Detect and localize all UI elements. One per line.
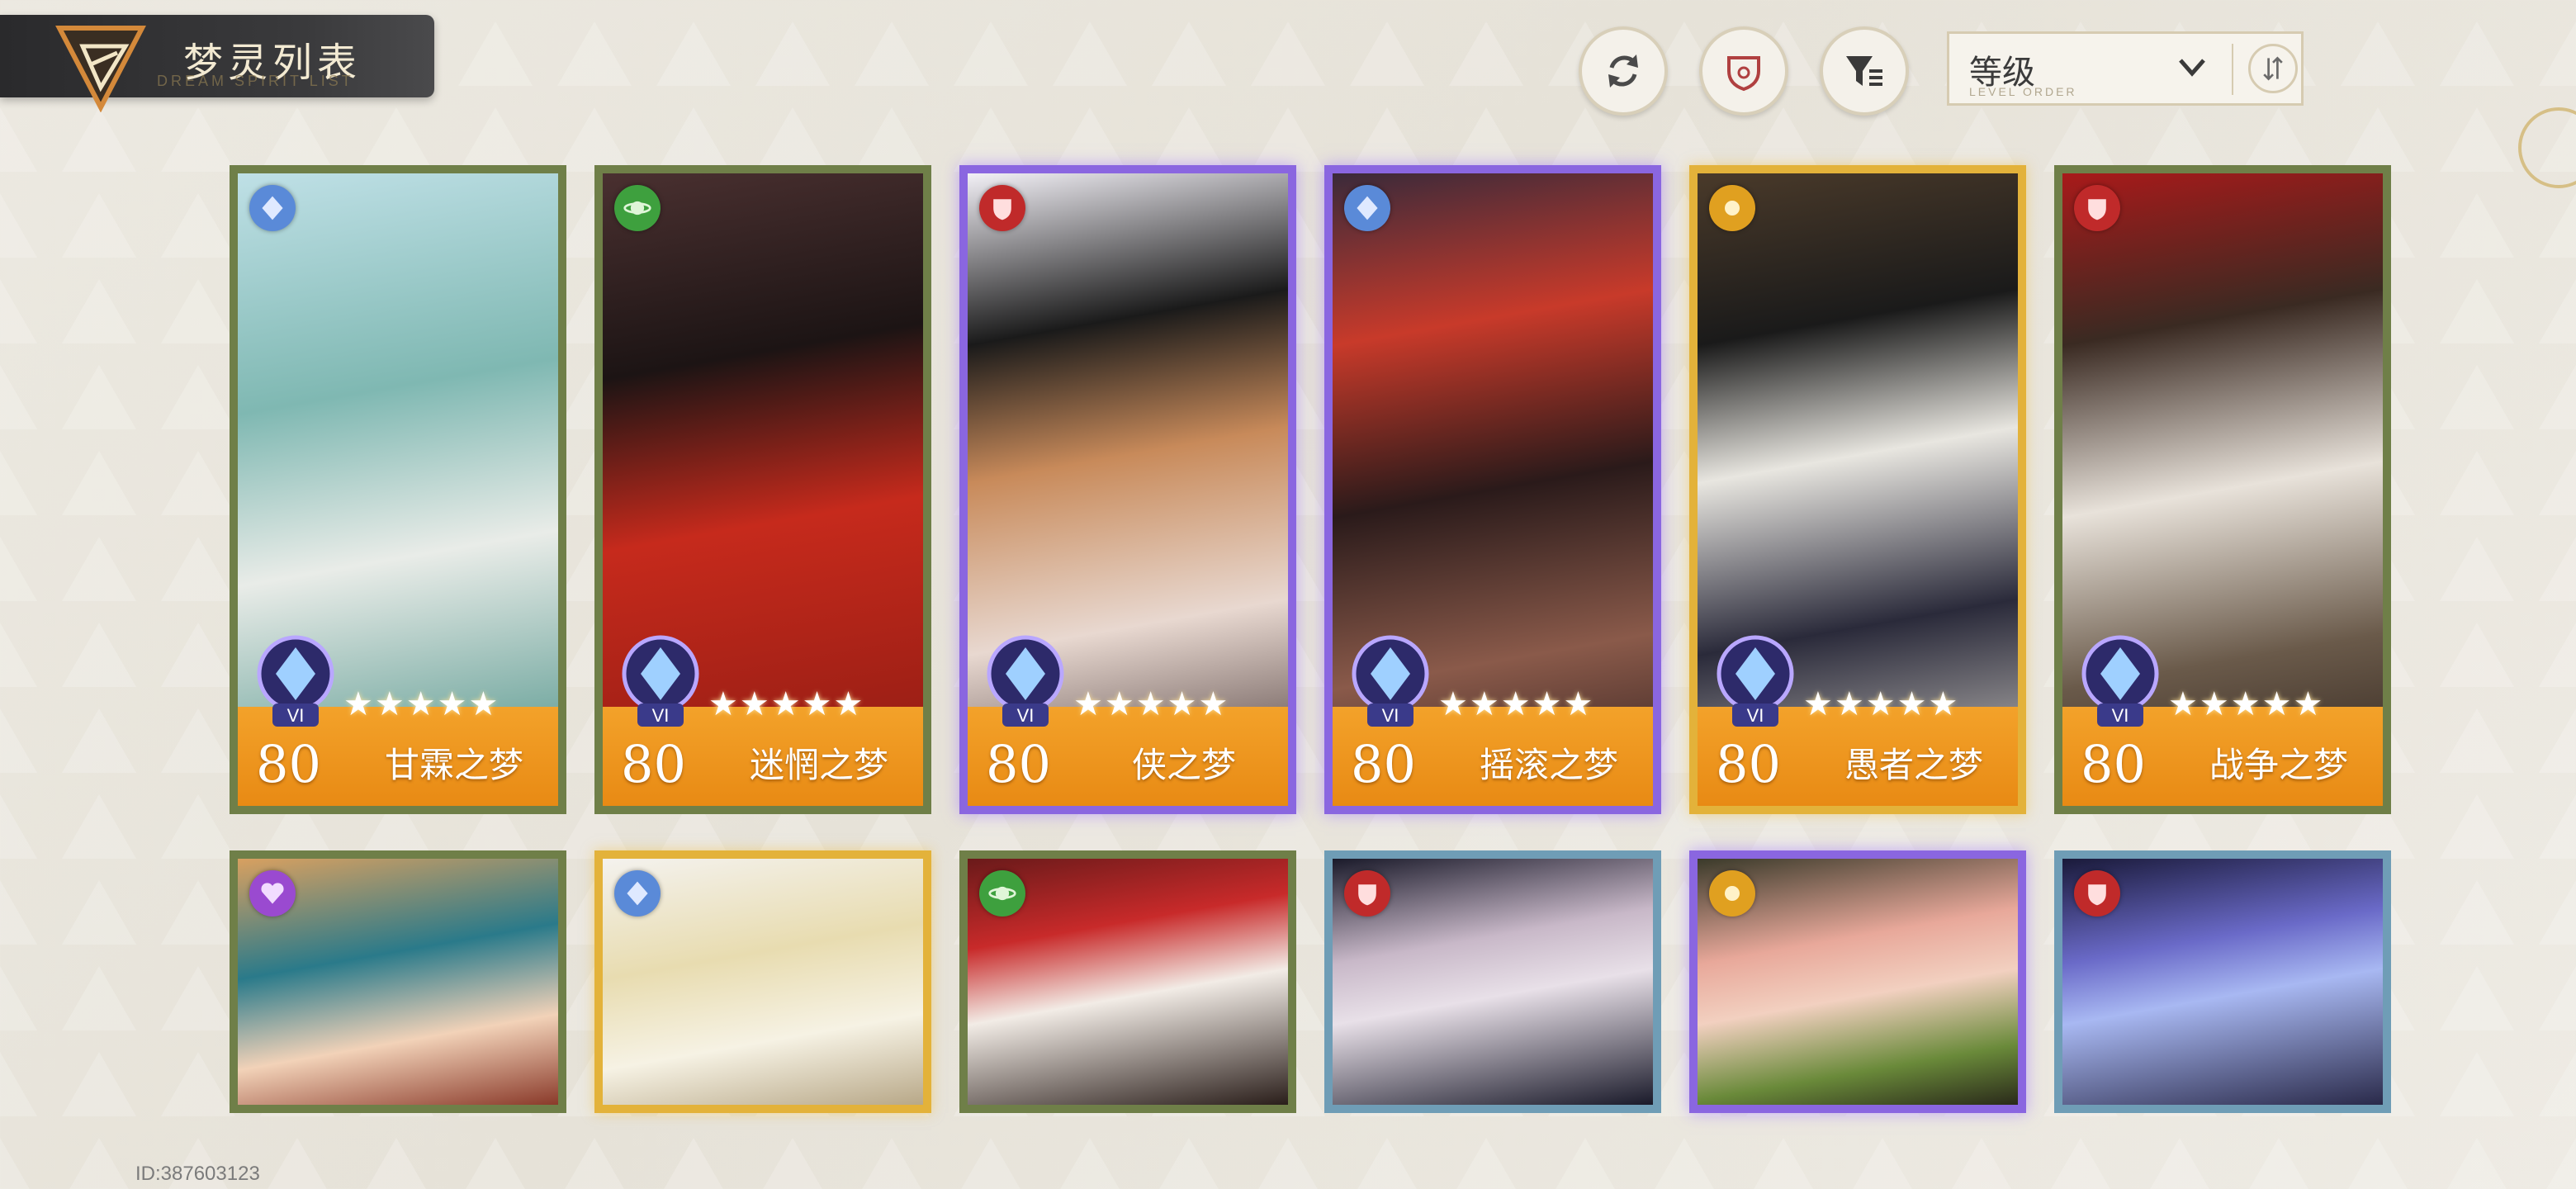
element-shield-icon (2074, 870, 2120, 917)
star-rating: ★★★★★ (1438, 686, 1595, 722)
element-shield-icon (1344, 870, 1390, 917)
title-bar: 梦灵列表 DREAM SPIRIT LIST (0, 15, 434, 112)
sort-sub-label: LEVEL ORDER (1969, 85, 2077, 98)
rank-text: VI (1747, 705, 1764, 726)
character-card[interactable] (230, 850, 566, 1113)
character-card[interactable]: VI ★★★★★ 80 迷惘之梦 (594, 165, 931, 814)
card-footer: VI ★★★★★ 80 迷惘之梦 (603, 632, 923, 806)
element-planet-icon (614, 185, 661, 231)
character-card[interactable] (594, 850, 931, 1113)
character-card[interactable]: VI ★★★★★ 80 侠之梦 (959, 165, 1296, 814)
character-level: 80 (1716, 734, 1781, 794)
game-logo-icon (55, 26, 146, 112)
character-name: 侠之梦 (1131, 745, 1236, 785)
character-name: 摇滚之梦 (1479, 745, 1618, 785)
filter-icon (1846, 56, 1882, 86)
sort-divider (2232, 44, 2233, 95)
filter-button[interactable] (1820, 26, 1909, 116)
element-shield-icon (2074, 185, 2120, 231)
character-level: 80 (986, 734, 1051, 794)
rank-badge-icon: VI (257, 635, 334, 727)
character-card[interactable]: VI ★★★★★ 80 愚者之梦 (1689, 165, 2026, 814)
rank-text: VI (1017, 705, 1035, 726)
element-orb-icon (1709, 185, 1755, 231)
star-rating: ★★★★★ (708, 686, 865, 722)
sort-order-button[interactable] (2248, 44, 2298, 93)
element-diamond-icon (614, 870, 661, 917)
character-card[interactable] (1689, 850, 2026, 1113)
character-card[interactable] (2054, 850, 2391, 1113)
star-rating: ★★★★★ (2168, 686, 2325, 722)
character-level: 80 (1351, 734, 1416, 794)
character-card[interactable] (1324, 850, 1661, 1113)
shield-icon (1727, 56, 1760, 92)
character-level: 80 (2081, 734, 2146, 794)
character-card[interactable]: VI ★★★★★ 80 甘霖之梦 (230, 165, 566, 814)
rank-text: VI (287, 705, 305, 726)
player-id: ID:387603123 (135, 1163, 260, 1185)
rank-badge-icon: VI (2081, 635, 2159, 727)
character-name: 愚者之梦 (1844, 745, 1983, 785)
element-heart-icon (249, 870, 296, 917)
card-footer: VI ★★★★★ 80 战争之梦 (2062, 632, 2383, 806)
card-footer: VI ★★★★★ 80 侠之梦 (968, 632, 1288, 806)
character-card[interactable] (959, 850, 1296, 1113)
star-rating: ★★★★★ (343, 686, 500, 722)
character-card[interactable]: VI ★★★★★ 80 战争之梦 (2054, 165, 2391, 814)
element-planet-icon (979, 870, 1025, 917)
rank-text: VI (1382, 705, 1399, 726)
element-orb-icon (1709, 870, 1755, 917)
element-diamond-icon (249, 185, 296, 231)
rank-badge-icon: VI (987, 635, 1064, 727)
character-level: 80 (621, 734, 686, 794)
rank-text: VI (2112, 705, 2129, 726)
character-level: 80 (256, 734, 321, 794)
chevron-down-icon (2179, 59, 2205, 77)
rank-badge-icon: VI (622, 635, 699, 727)
sort-order-icon (2263, 56, 2283, 81)
element-shield-icon (979, 185, 1025, 231)
page-subtitle: DREAM SPIRIT LIST (157, 73, 354, 89)
sort-dropdown[interactable]: 等级 LEVEL ORDER (1947, 31, 2304, 106)
character-name: 迷惘之梦 (749, 745, 888, 785)
card-footer: VI ★★★★★ 80 摇滚之梦 (1333, 632, 1653, 806)
refresh-icon (1608, 54, 1638, 88)
card-footer: VI ★★★★★ 80 甘霖之梦 (238, 632, 558, 806)
rank-text: VI (652, 705, 670, 726)
character-name: 甘霖之梦 (384, 745, 523, 785)
star-rating: ★★★★★ (1803, 686, 1960, 722)
card-footer: VI ★★★★★ 80 愚者之梦 (1698, 632, 2018, 806)
refresh-button[interactable] (1579, 26, 1668, 116)
character-name: 战争之梦 (2209, 745, 2348, 785)
element-filter-button[interactable] (1699, 26, 1788, 116)
character-card[interactable]: VI ★★★★★ 80 摇滚之梦 (1324, 165, 1661, 814)
rank-badge-icon: VI (1352, 635, 1429, 727)
element-diamond-icon (1344, 185, 1390, 231)
star-rating: ★★★★★ (1073, 686, 1230, 722)
rank-badge-icon: VI (1717, 635, 1794, 727)
